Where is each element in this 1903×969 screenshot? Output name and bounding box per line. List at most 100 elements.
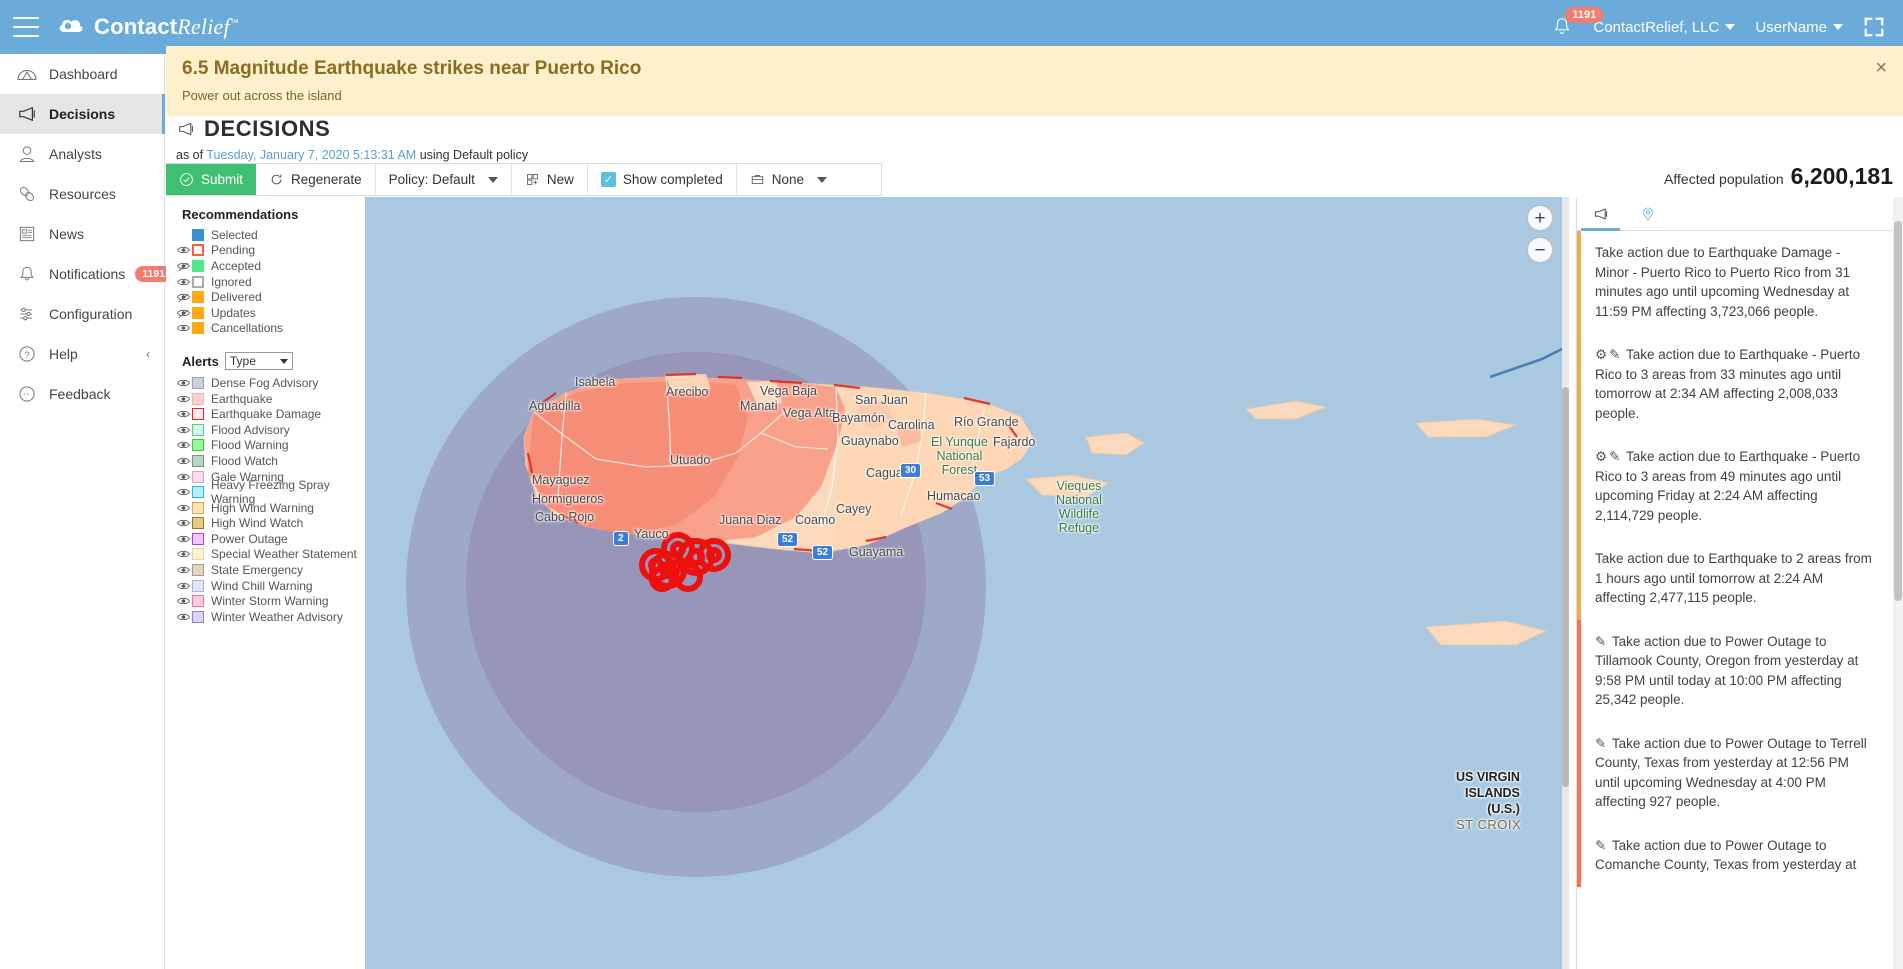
visibility-toggle[interactable]: [174, 564, 192, 576]
alerts-type-select[interactable]: Type: [224, 352, 293, 371]
visibility-toggle[interactable]: [174, 291, 192, 303]
legend-alert-row[interactable]: Winter Weather Advisory: [174, 609, 365, 625]
visibility-toggle[interactable]: [174, 611, 192, 623]
visibility-toggle[interactable]: [174, 548, 192, 560]
eye-icon[interactable]: [176, 548, 191, 560]
tab-locations[interactable]: [1624, 197, 1671, 230]
eye-icon[interactable]: [176, 276, 191, 288]
legend-alert-row[interactable]: Flood Advisory: [174, 422, 365, 438]
legend-alert-row[interactable]: High Wind Watch: [174, 516, 365, 532]
collapse-sidebar-icon[interactable]: ‹: [146, 347, 150, 361]
eye-icon[interactable]: [176, 377, 191, 389]
legend-alert-row[interactable]: Dense Fog Advisory: [174, 375, 365, 391]
eye-icon[interactable]: [176, 486, 191, 498]
legend-recommendation-row[interactable]: Ignored: [174, 274, 365, 290]
legend-alert-row[interactable]: Earthquake Damage: [174, 406, 365, 422]
legend-alert-row[interactable]: Winter Storm Warning: [174, 593, 365, 609]
visibility-toggle[interactable]: [174, 393, 192, 405]
visibility-toggle[interactable]: [174, 517, 192, 529]
sidebar-item-analysts[interactable]: Analysts: [0, 134, 164, 174]
new-button[interactable]: New: [512, 164, 588, 195]
eye-icon[interactable]: [176, 393, 191, 405]
sidebar-item-configuration[interactable]: Configuration: [0, 294, 164, 334]
legend-recommendation-row[interactable]: Accepted: [174, 258, 365, 274]
eye-icon[interactable]: [176, 533, 191, 545]
zoom-in-button[interactable]: +: [1527, 205, 1553, 231]
visibility-toggle[interactable]: [174, 486, 192, 498]
eye-icon[interactable]: [176, 244, 191, 256]
submit-button[interactable]: Submit: [166, 164, 257, 195]
hamburger-menu-icon[interactable]: [13, 17, 39, 37]
decision-item[interactable]: ⚙ ✎ Take action due to Earthquake - Puert…: [1577, 435, 1903, 537]
visibility-toggle[interactable]: [174, 276, 192, 288]
legend-alert-row[interactable]: Earthquake: [174, 391, 365, 407]
eye-off-icon[interactable]: [176, 307, 191, 319]
visibility-toggle[interactable]: [174, 322, 192, 334]
visibility-toggle[interactable]: [174, 439, 192, 451]
visibility-toggle[interactable]: [174, 307, 192, 319]
zoom-out-button[interactable]: −: [1527, 237, 1553, 263]
eye-icon[interactable]: [176, 424, 191, 436]
visibility-toggle[interactable]: [174, 260, 192, 272]
eye-icon[interactable]: [176, 408, 191, 420]
visibility-toggle[interactable]: [174, 502, 192, 514]
legend-alert-row[interactable]: Flood Warning: [174, 438, 365, 454]
eye-icon[interactable]: [176, 455, 191, 467]
user-menu[interactable]: UserName: [1755, 19, 1843, 36]
visibility-toggle[interactable]: [174, 377, 192, 389]
legend-recommendation-row[interactable]: Delivered: [174, 289, 365, 305]
banner-close-icon[interactable]: ×: [1875, 58, 1887, 78]
eye-icon[interactable]: [176, 595, 191, 607]
decision-item[interactable]: ⚙ ✎ Take action due to Earthquake - Puert…: [1577, 333, 1903, 435]
regenerate-button[interactable]: Regenerate: [256, 164, 376, 195]
eye-icon[interactable]: [176, 611, 191, 623]
visibility-toggle[interactable]: [174, 533, 192, 545]
eye-off-icon[interactable]: [176, 260, 191, 272]
sidebar-item-help[interactable]: ? Help ‹: [0, 334, 164, 374]
legend-recommendation-row[interactable]: Updates: [174, 305, 365, 321]
sidebar-item-notifications[interactable]: Notifications 1191: [0, 254, 173, 294]
legend-alert-row[interactable]: State Emergency: [174, 562, 365, 578]
sidebar-item-news[interactable]: News: [0, 214, 164, 254]
visibility-toggle[interactable]: [174, 595, 192, 607]
decision-item[interactable]: ✎ Take action due to Power Outage to Com…: [1577, 823, 1903, 887]
legend-recommendation-row[interactable]: Selected: [174, 227, 365, 243]
eye-icon[interactable]: [176, 502, 191, 514]
show-completed-toggle[interactable]: ✓ Show completed: [588, 164, 737, 195]
sidebar-item-resources[interactable]: Resources: [0, 174, 164, 214]
visibility-toggle[interactable]: [174, 455, 192, 467]
map-view[interactable]: Isabela Aguadilla Arecibo Vega Baja Manati Ve…: [366, 197, 1569, 969]
legend-recommendation-row[interactable]: Cancellations: [174, 321, 365, 337]
eye-icon[interactable]: [176, 439, 191, 451]
visibility-toggle[interactable]: [174, 471, 192, 483]
decision-item[interactable]: ✎ Take action due to Power Outage to Ter…: [1577, 721, 1903, 824]
eye-icon[interactable]: [176, 564, 191, 576]
map-scrollbar-thumb[interactable]: [1562, 387, 1569, 787]
none-dropdown[interactable]: None: [737, 164, 840, 195]
visibility-toggle[interactable]: [174, 408, 192, 420]
brand-logo[interactable]: ContactRelief™: [57, 14, 239, 40]
org-menu[interactable]: ContactRelief, LLC: [1593, 19, 1736, 36]
eye-icon[interactable]: [176, 580, 191, 592]
sidebar-item-dashboard[interactable]: Dashboard: [0, 54, 164, 94]
legend-alert-row[interactable]: Special Weather Statement: [174, 547, 365, 563]
fullscreen-icon[interactable]: [1863, 16, 1885, 38]
sidebar-item-feedback[interactable]: Feedback: [0, 374, 164, 414]
map-scrollbar[interactable]: [1562, 197, 1569, 969]
side-panel-scrollbar-thumb[interactable]: [1894, 221, 1902, 601]
visibility-toggle[interactable]: [174, 244, 192, 256]
side-panel-scrollbar[interactable]: [1893, 197, 1903, 969]
decision-item[interactable]: Take action due to Earthquake to 2 areas…: [1577, 537, 1903, 620]
eye-icon[interactable]: [176, 517, 191, 529]
decision-item[interactable]: Take action due to Earthquake Damage - M…: [1577, 231, 1903, 333]
tab-decisions[interactable]: [1577, 197, 1624, 231]
legend-alert-row[interactable]: Heavy Freezing Spray Warning: [174, 478, 365, 506]
visibility-toggle[interactable]: [174, 424, 192, 436]
legend-alert-row[interactable]: Power Outage: [174, 531, 365, 547]
eye-off-icon[interactable]: [176, 291, 191, 303]
header-notifications-button[interactable]: 1191: [1551, 7, 1604, 38]
sidebar-item-decisions[interactable]: Decisions: [0, 94, 165, 134]
policy-dropdown[interactable]: Policy: Default: [376, 164, 512, 195]
eye-icon[interactable]: [176, 471, 191, 483]
legend-alert-row[interactable]: Wind Chill Warning: [174, 578, 365, 594]
